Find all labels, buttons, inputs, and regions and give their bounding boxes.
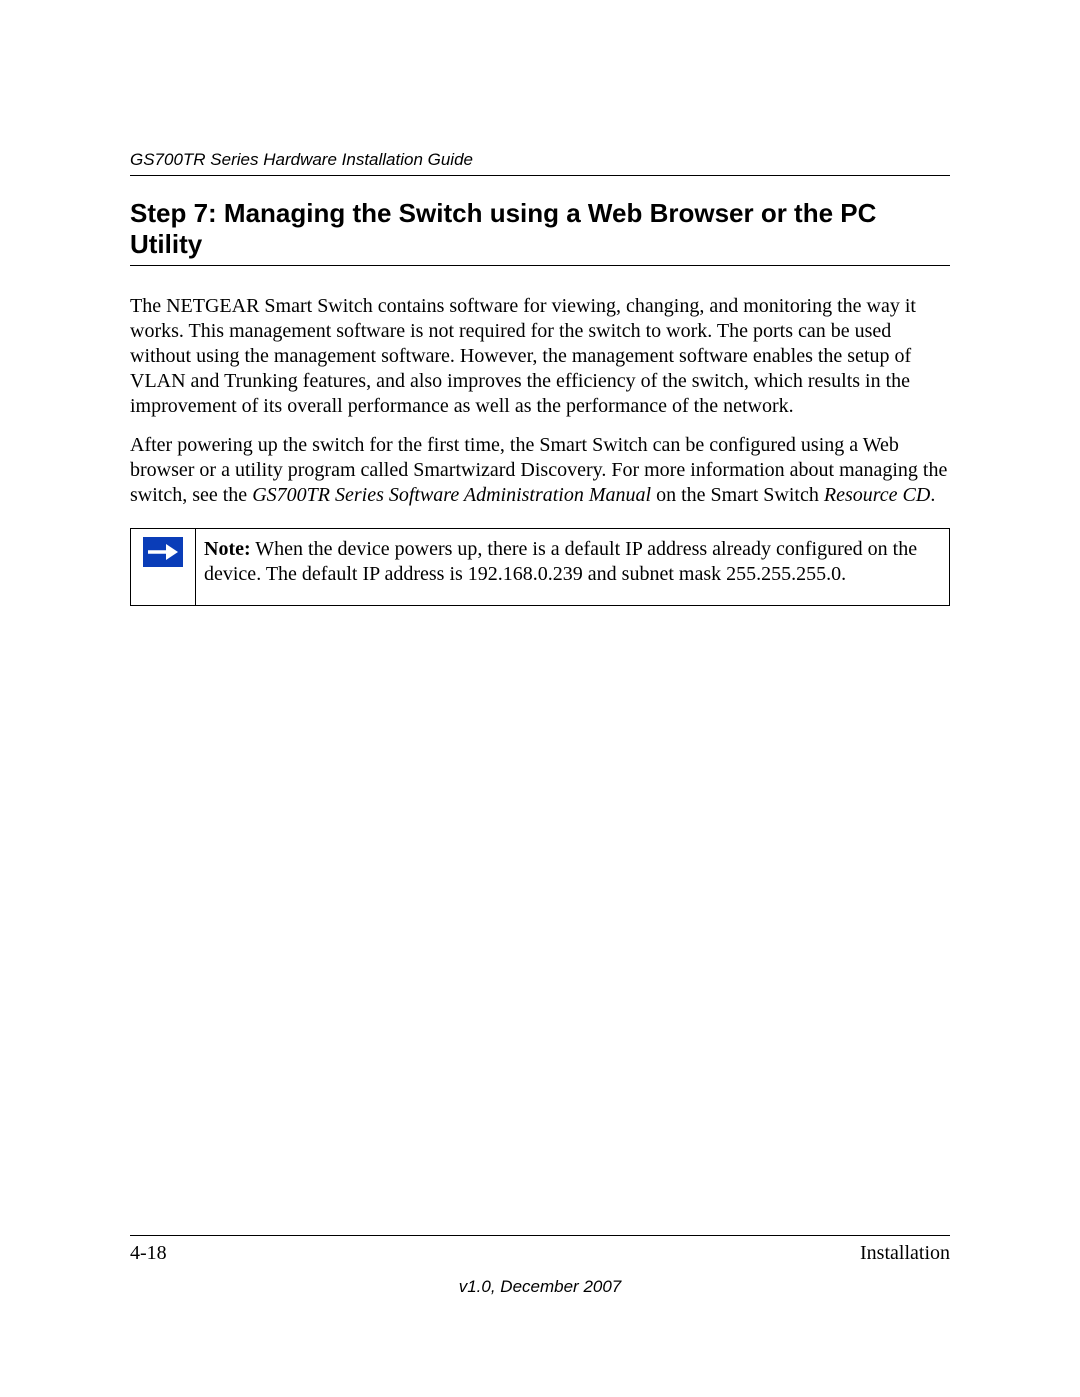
paragraph-2-text-c: .	[930, 484, 935, 506]
paragraph-2-text-b: on the Smart Switch	[651, 484, 824, 506]
footer-version: v1.0, December 2007	[130, 1277, 950, 1297]
arrow-right-icon	[143, 537, 183, 567]
header-rule	[130, 175, 950, 176]
note-box: Note: When the device powers up, there i…	[130, 528, 950, 606]
note-text-cell: Note: When the device powers up, there i…	[196, 529, 950, 606]
title-rule	[130, 265, 950, 266]
footer-rule	[130, 1235, 950, 1236]
note-text: When the device powers up, there is a de…	[204, 538, 917, 585]
page-content: GS700TR Series Hardware Installation Gui…	[130, 150, 950, 1287]
paragraph-1: The NETGEAR Smart Switch contains softwa…	[130, 294, 950, 419]
footer-row: 4-18 Installation	[130, 1242, 950, 1265]
section-title: Step 7: Managing the Switch using a Web …	[130, 198, 950, 259]
resource-cd-italic: Resource CD	[824, 484, 930, 506]
page-footer: 4-18 Installation v1.0, December 2007	[130, 1235, 950, 1297]
footer-section-name: Installation	[860, 1242, 950, 1265]
note-icon-cell	[131, 529, 196, 606]
paragraph-2: After powering up the switch for the fir…	[130, 433, 950, 508]
manual-title-italic: GS700TR Series Software Administration M…	[252, 484, 651, 506]
note-label: Note:	[204, 538, 251, 560]
running-header: GS700TR Series Hardware Installation Gui…	[130, 150, 950, 170]
page-number: 4-18	[130, 1242, 167, 1265]
